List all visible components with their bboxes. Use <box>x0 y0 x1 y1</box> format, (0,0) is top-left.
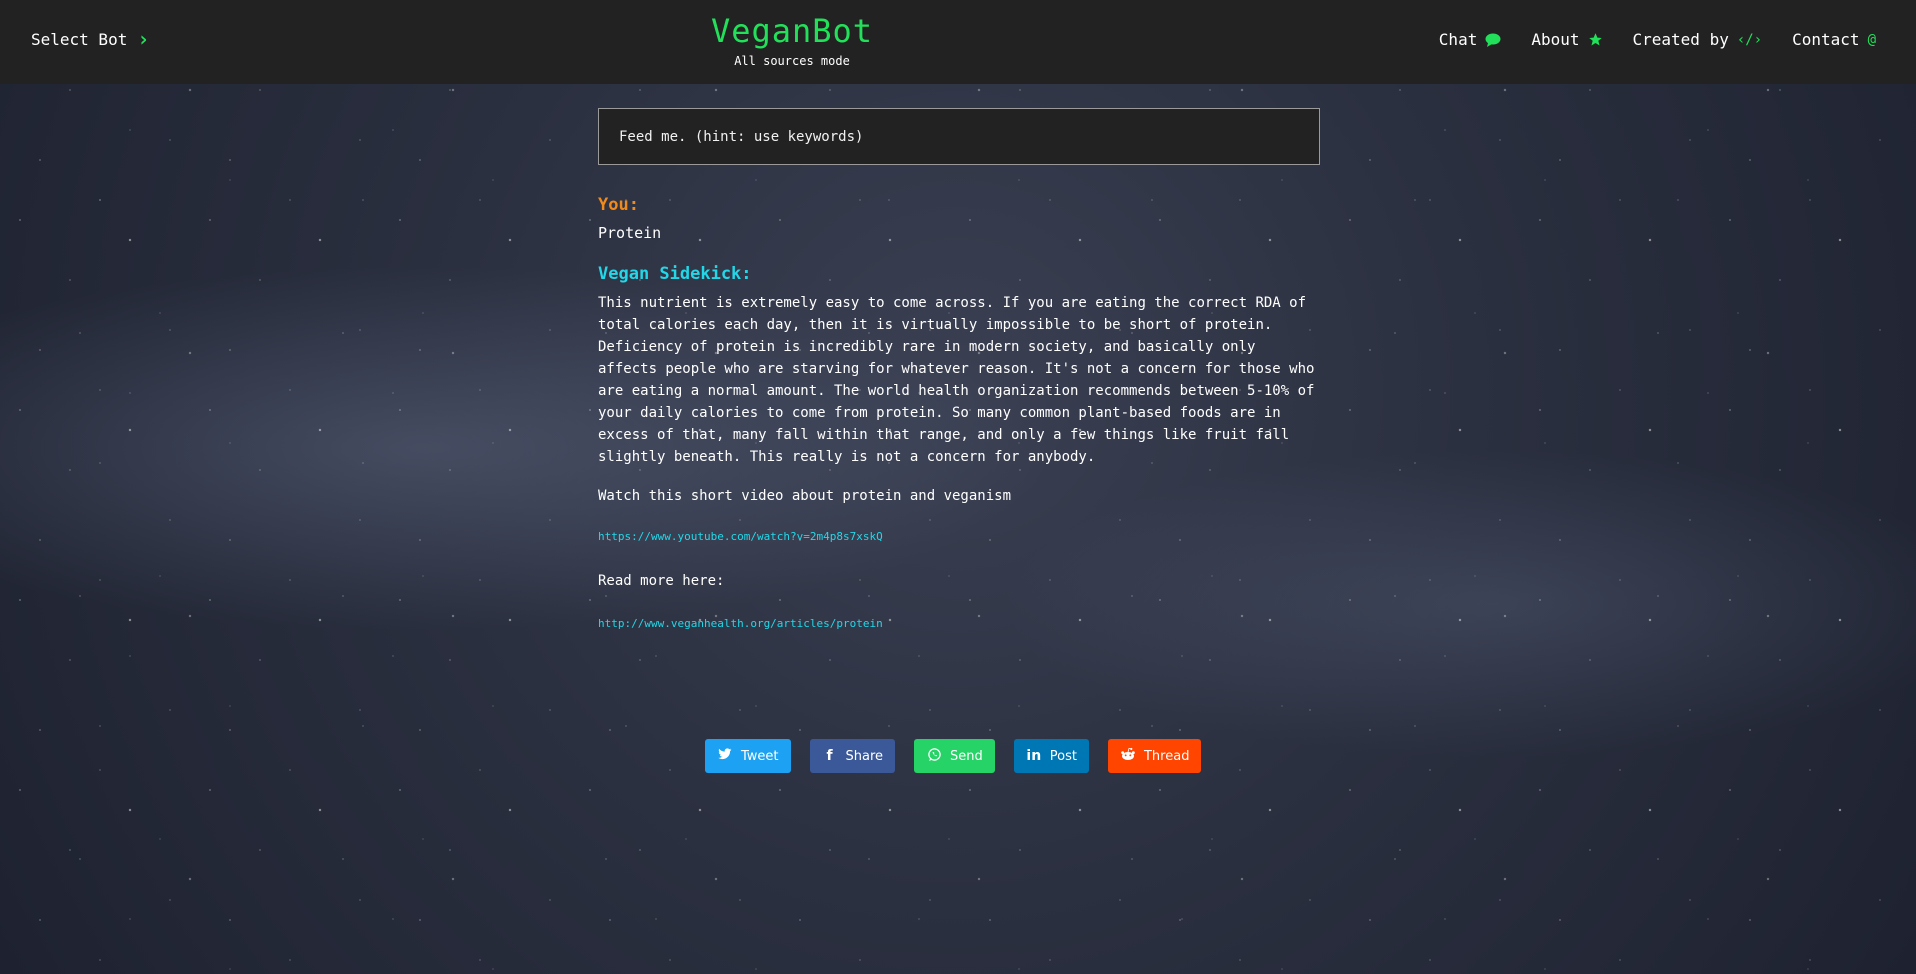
facebook-icon: f <box>826 748 833 764</box>
chat-input[interactable] <box>598 108 1320 165</box>
mode-subtitle: All sources mode <box>734 54 850 68</box>
read-more-text: Read more here: <box>598 573 725 589</box>
code-icon: ‹/› <box>1736 31 1763 48</box>
bot-message: This nutrient is extremely easy to come … <box>598 295 1315 465</box>
whatsapp-send-button[interactable]: Send <box>914 739 995 773</box>
linkedin-post-button[interactable]: in Post <box>1013 739 1089 773</box>
nav-item-about[interactable]: About <box>1531 30 1602 49</box>
top-navbar: Select Bot › VeganBot All sources mode C… <box>0 0 1916 84</box>
twitter-icon <box>717 748 733 764</box>
video-link[interactable]: https://www.youtube.com/watch?v=2m4p8s7x… <box>598 530 1320 543</box>
select-bot-button[interactable]: Select Bot › <box>31 29 149 49</box>
share-label: Tweet <box>741 748 779 764</box>
share-label: Send <box>950 748 983 764</box>
nav-item-label: Contact <box>1792 30 1860 49</box>
main-nav: Chat About Created by ‹/› Contact @ <box>1439 30 1876 49</box>
user-label: You: <box>598 195 639 215</box>
facebook-share-button[interactable]: f Share <box>809 739 896 773</box>
video-intro-text: Watch this short video about protein and… <box>598 488 1012 504</box>
nav-item-created-by[interactable]: Created by ‹/› <box>1633 30 1763 49</box>
chat-bubble-icon <box>1485 33 1501 47</box>
whatsapp-icon <box>926 747 942 766</box>
linkedin-icon: in <box>1026 748 1042 764</box>
brand: VeganBot All sources mode <box>692 14 892 68</box>
share-label: Thread <box>1143 748 1190 764</box>
nav-item-chat[interactable]: Chat <box>1439 30 1502 49</box>
reddit-icon <box>1120 747 1136 765</box>
nav-item-label: Chat <box>1438 30 1478 49</box>
bot-label: Vegan Sidekick: <box>598 264 752 284</box>
brand-logo[interactable]: VeganBot <box>692 14 892 48</box>
nav-item-label: About <box>1531 30 1580 49</box>
select-bot-label: Select Bot <box>31 29 128 49</box>
share-label: Share <box>845 748 884 764</box>
at-icon: @ <box>1867 31 1876 48</box>
share-buttons: Tweet f Share Send in Post Thread <box>705 739 1202 773</box>
nav-item-label: Created by <box>1632 30 1729 49</box>
chevron-right-icon: › <box>137 27 150 51</box>
tweet-button[interactable]: Tweet <box>705 739 791 773</box>
read-more-link[interactable]: http://www.veganhealth.org/articles/prot… <box>598 617 1320 630</box>
chat-area: You: Protein Vegan Sidekick: This nutrie… <box>598 108 1320 630</box>
nav-item-contact[interactable]: Contact @ <box>1792 30 1876 49</box>
star-icon <box>1588 32 1603 47</box>
reddit-thread-button[interactable]: Thread <box>1107 739 1202 773</box>
share-label: Post <box>1049 748 1077 764</box>
user-message: Protein <box>598 224 662 242</box>
